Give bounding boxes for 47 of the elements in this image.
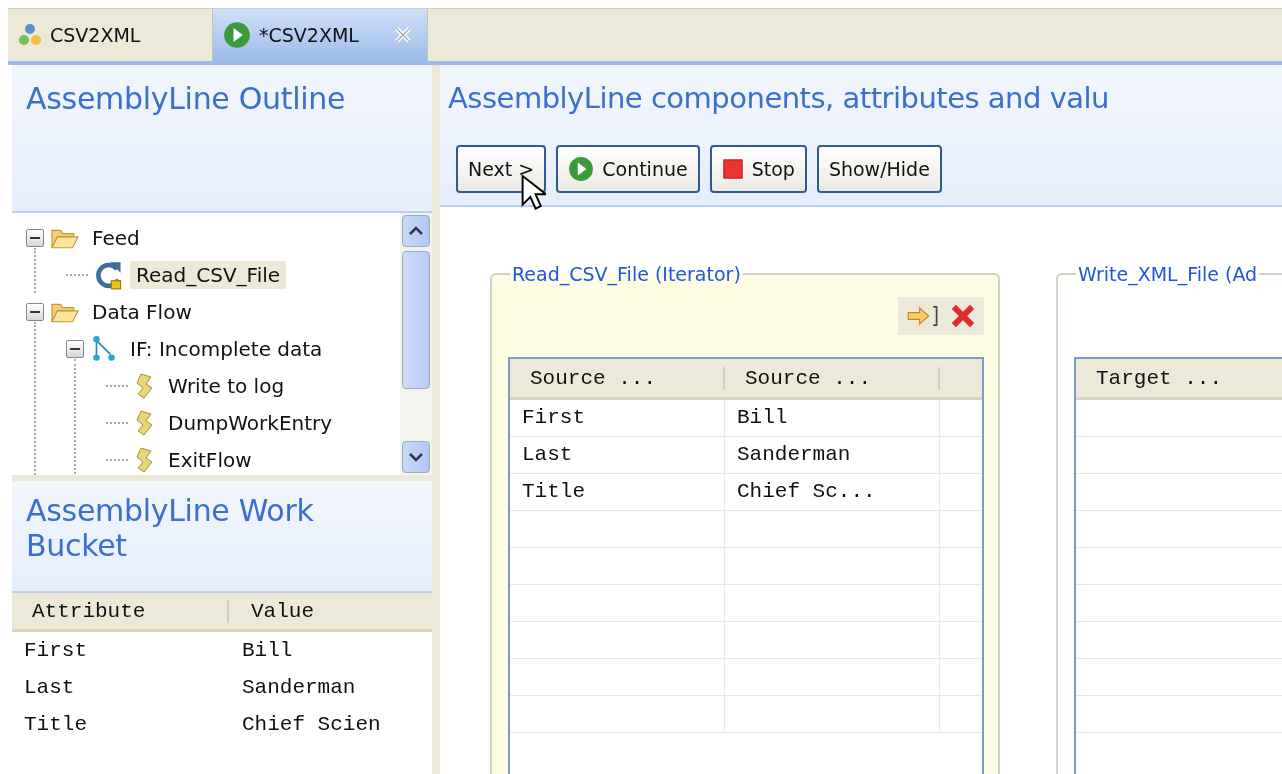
tree-item[interactable]: ExitFlow: [162, 445, 258, 474]
nodes-icon: [18, 23, 42, 47]
tree-item[interactable]: Feed: [86, 223, 146, 252]
scrollbar[interactable]: [400, 213, 432, 475]
tree-item[interactable]: Read_CSV_File: [130, 260, 287, 289]
collapse-icon[interactable]: [26, 228, 44, 247]
table-cell: Last: [510, 437, 725, 473]
table-cell: Bill: [242, 639, 293, 662]
delete-icon[interactable]: [950, 303, 976, 329]
table-cell: Sanderman: [242, 676, 356, 699]
tree-item[interactable]: IF: Incomplete data: [124, 334, 329, 363]
table-cell: Chief Scien: [242, 713, 381, 736]
panel-title: AssemblyLine components, attributes and valu: [448, 81, 1110, 115]
tree-item[interactable]: Write to log: [162, 371, 291, 400]
table-cell-text: Title: [24, 713, 88, 736]
play-icon: [223, 21, 251, 49]
tree-item[interactable]: DumpWorkEntry: [162, 408, 339, 437]
table-cell-text: First: [24, 639, 88, 662]
scroll-down-icon[interactable]: [408, 452, 424, 462]
column-header[interactable]: Source ...: [510, 366, 725, 390]
column-header[interactable]: Source ...: [725, 366, 940, 390]
panel-title: AssemblyLine Outline: [26, 81, 347, 116]
tree-item[interactable]: Data Flow: [86, 297, 198, 326]
continue-button[interactable]: Continue: [556, 145, 700, 193]
cursor-icon: [520, 173, 546, 213]
stop-button[interactable]: Stop: [709, 145, 807, 193]
branch-icon: [90, 334, 118, 363]
table-cell: Bill: [725, 400, 940, 436]
table-cell: First: [510, 400, 725, 436]
panel-title: AssemblyLine Work Bucket: [26, 493, 315, 563]
scroll-up-icon[interactable]: [408, 226, 424, 236]
component-title[interactable]: Read_CSV_File (Iterator): [510, 263, 743, 285]
component-title[interactable]: Write_XML_File (Ad: [1076, 263, 1260, 285]
arrow-bracket-icon[interactable]: [906, 304, 940, 328]
play-icon: [568, 156, 595, 182]
stop-icon: [721, 158, 744, 180]
collapse-icon[interactable]: [66, 339, 84, 358]
collapse-icon[interactable]: [26, 302, 44, 321]
column-header[interactable]: Value: [229, 599, 314, 623]
table-cell: Chief Sc...: [725, 474, 940, 510]
toolbar-button[interactable]: Show/Hide: [816, 145, 942, 193]
refresh-icon: [94, 259, 124, 290]
column-header[interactable]: Attribute: [12, 599, 229, 623]
editor-tab[interactable]: *CSV2XML: [213, 9, 428, 61]
table-cell-text: Last: [24, 676, 76, 699]
table-cell: Sanderman: [725, 437, 940, 473]
table-cell: Title: [510, 474, 725, 510]
